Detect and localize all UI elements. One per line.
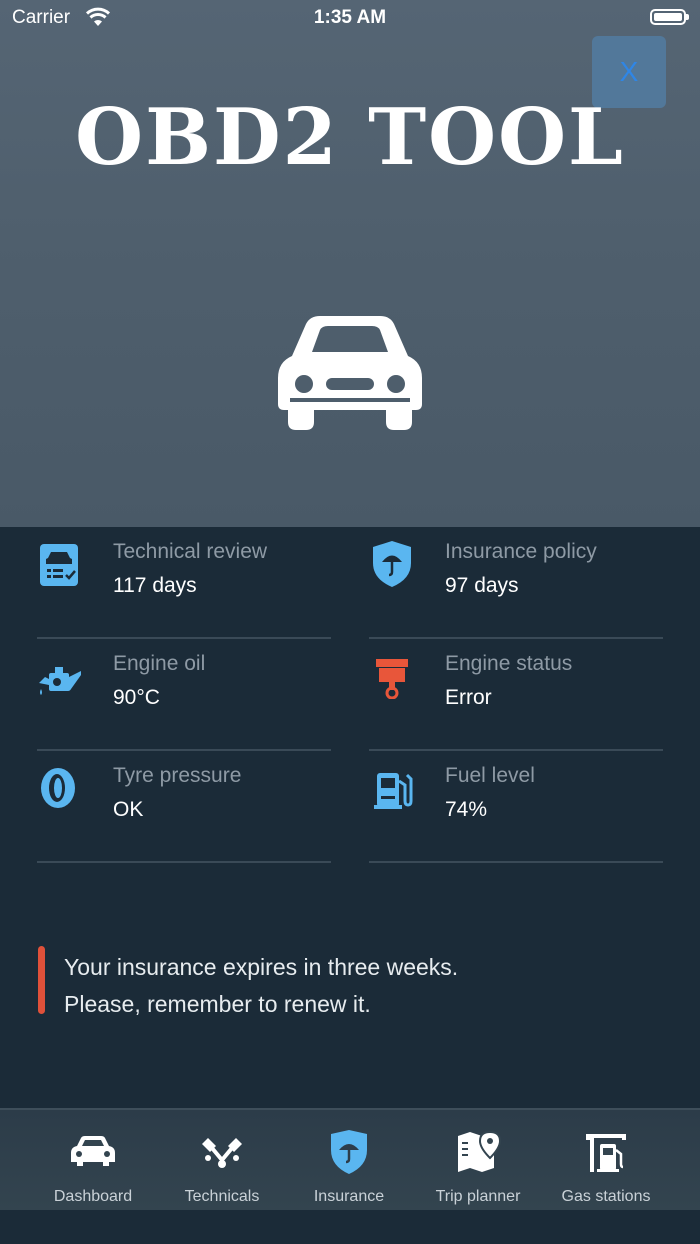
map-pin-icon xyxy=(458,1130,502,1172)
tab-label: Trip planner xyxy=(435,1188,521,1205)
shield-umbrella-icon xyxy=(373,541,411,587)
stat-fuel-level[interactable]: Fuel level 74% xyxy=(369,751,663,863)
tab-trip-planner[interactable]: Trip planner xyxy=(413,1110,543,1210)
clipboard-car-icon xyxy=(40,544,78,586)
car-icon xyxy=(278,316,422,430)
stat-value: 117 days xyxy=(113,574,197,597)
stat-engine-oil[interactable]: Engine oil 90°C xyxy=(37,639,331,751)
stat-label: Insurance policy xyxy=(445,540,597,563)
stat-technical-review[interactable]: Technical review 117 days xyxy=(37,527,331,639)
tab-label: Dashboard xyxy=(53,1188,133,1205)
tab-label: Insurance xyxy=(313,1188,385,1205)
alert-line-2: Please, remember to renew it. xyxy=(64,991,371,1017)
stat-value: 97 days xyxy=(445,574,519,597)
fuel-pump-icon xyxy=(586,1134,626,1172)
fuel-pump-icon xyxy=(374,773,413,809)
stat-engine-status[interactable]: Engine status Error xyxy=(369,639,663,751)
tab-technicals[interactable]: Technicals xyxy=(157,1110,287,1210)
stat-label: Engine status xyxy=(445,652,573,675)
tab-bar: Dashboard Technicals Insurance Trip plan… xyxy=(0,1108,700,1210)
status-time: 1:35 AM xyxy=(313,7,387,28)
tab-label: Technicals xyxy=(184,1188,260,1205)
tab-gas-stations[interactable]: Gas stations xyxy=(541,1110,671,1210)
stat-label: Engine oil xyxy=(113,652,206,675)
battery-icon xyxy=(650,9,689,25)
status-bar: Carrier 1:35 AM xyxy=(0,0,700,36)
alert-text: Your insurance expires in three weeks. P… xyxy=(64,949,458,1023)
tyre-icon xyxy=(41,768,75,808)
tools-icon xyxy=(202,1138,242,1168)
alert-line-1: Your insurance expires in three weeks. xyxy=(64,954,459,980)
stat-value: 90°C xyxy=(113,686,160,709)
oil-can-icon xyxy=(39,667,81,695)
insurance-alert: Your insurance expires in three weeks. P… xyxy=(38,946,658,1017)
home-indicator-area xyxy=(0,1210,700,1244)
tab-dashboard[interactable]: Dashboard xyxy=(28,1110,158,1210)
stat-label: Tyre pressure xyxy=(113,764,242,787)
hero-header: Carrier 1:35 AM X OBD2 TOOL xyxy=(0,0,700,527)
tab-insurance[interactable]: Insurance xyxy=(284,1110,414,1210)
stat-tyre-pressure[interactable]: Tyre pressure OK xyxy=(37,751,331,863)
stat-value: Error xyxy=(445,686,492,709)
stat-insurance-policy[interactable]: Insurance policy 97 days xyxy=(369,527,663,639)
shield-umbrella-icon xyxy=(331,1130,367,1174)
piston-icon xyxy=(376,659,408,699)
app-screen: Carrier 1:35 AM X OBD2 TOOL Technical re… xyxy=(0,0,700,1244)
tab-label: Gas stations xyxy=(561,1188,651,1205)
car-icon xyxy=(71,1136,115,1166)
stat-value: 74% xyxy=(445,798,488,821)
stat-label: Technical review xyxy=(113,540,268,563)
app-title: OBD2 TOOL xyxy=(75,92,625,183)
alert-indicator xyxy=(38,946,45,1014)
stat-value: OK xyxy=(113,798,144,821)
stat-label: Fuel level xyxy=(445,764,535,787)
